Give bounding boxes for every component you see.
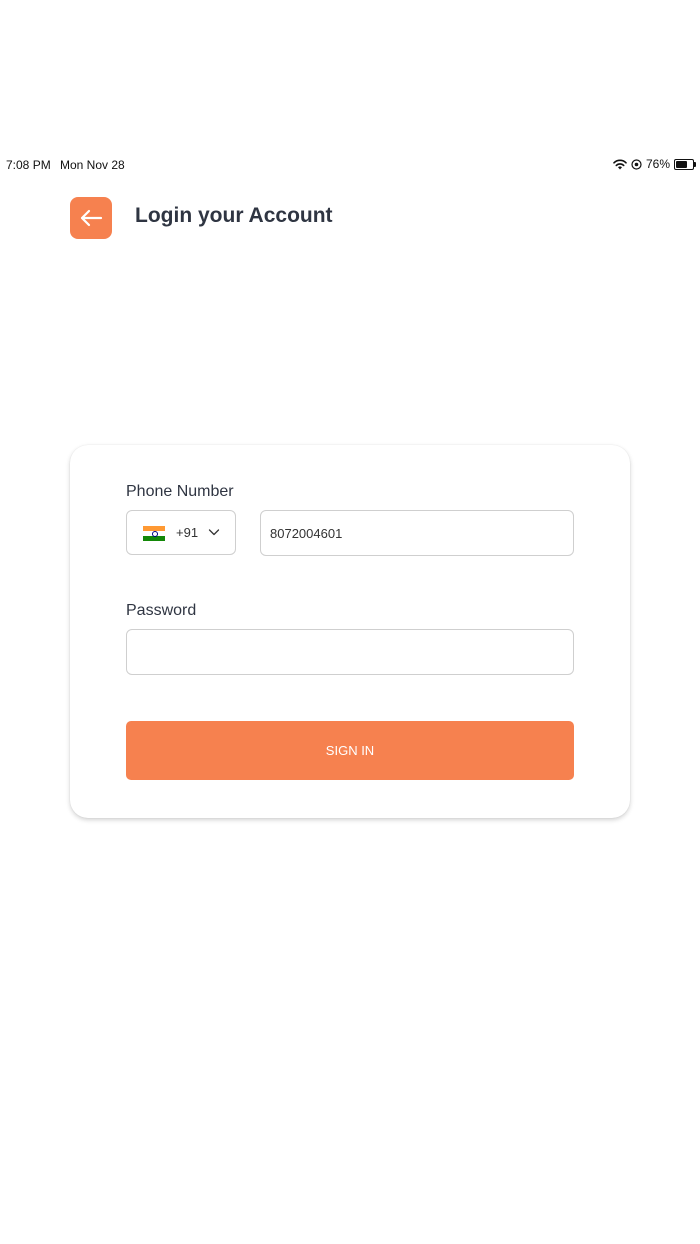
page-title: Login your Account bbox=[135, 204, 333, 227]
password-label: Password bbox=[126, 602, 197, 619]
phone-number-input[interactable] bbox=[260, 510, 574, 556]
status-time: 7:08 PM bbox=[6, 158, 51, 172]
arrow-left-icon bbox=[80, 209, 103, 227]
password-input[interactable] bbox=[126, 629, 574, 675]
flag-white-band bbox=[143, 531, 165, 537]
login-screen: 7:08 PM Mon Nov 28 76% Login your Accoun… bbox=[0, 0, 700, 1244]
back-button[interactable] bbox=[70, 197, 112, 239]
login-card: Phone Number +91 Password SIGN IN bbox=[70, 445, 630, 818]
status-bar: 7:08 PM Mon Nov 28 76% bbox=[0, 155, 700, 175]
location-lock-icon bbox=[631, 158, 642, 170]
country-code-select[interactable]: +91 bbox=[126, 510, 236, 555]
chevron-down-icon bbox=[208, 529, 220, 536]
status-date: Mon Nov 28 bbox=[60, 158, 125, 172]
sign-in-button[interactable]: SIGN IN bbox=[126, 721, 574, 780]
battery-icon bbox=[674, 158, 696, 170]
dial-code: +91 bbox=[176, 525, 199, 540]
status-indicators: 76% bbox=[613, 157, 696, 171]
india-flag-icon bbox=[143, 526, 165, 541]
battery-level bbox=[676, 160, 687, 168]
phone-number-label: Phone Number bbox=[126, 483, 234, 500]
battery-percent: 76% bbox=[645, 157, 670, 171]
wifi-icon bbox=[613, 159, 627, 169]
flag-chakra bbox=[152, 531, 158, 537]
